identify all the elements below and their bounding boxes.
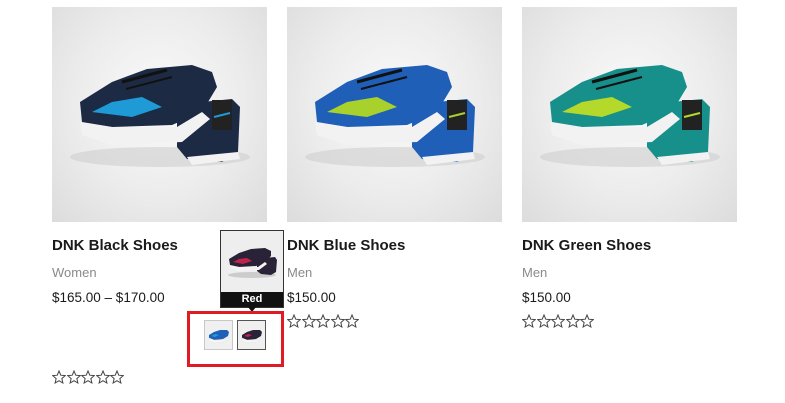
star-icon: [95, 370, 110, 384]
product-category[interactable]: Men: [287, 265, 312, 280]
tooltip-color-label: Red: [221, 292, 283, 307]
star-rating: [287, 314, 360, 328]
product-card-green-shoes: DNK Green Shoes Men $150.00: [522, 7, 737, 328]
product-title[interactable]: DNK Green Shoes: [522, 237, 651, 254]
product-card-blue-shoes: DNK Blue Shoes Men $150.00: [287, 7, 502, 328]
star-icon: [316, 314, 330, 328]
color-swatch-red[interactable]: [237, 320, 266, 350]
star-icon: [66, 370, 81, 384]
color-swatch-blue[interactable]: [204, 320, 233, 350]
shoe-thumbnail: [221, 231, 283, 293]
shoe-swatch-blue-icon: [205, 321, 232, 349]
product-price: $150.00: [287, 290, 336, 305]
product-title[interactable]: DNK Blue Shoes: [287, 237, 405, 254]
product-image-green-shoes[interactable]: [522, 7, 737, 222]
star-rating: [522, 314, 595, 328]
product-image-black-shoes[interactable]: [52, 7, 267, 222]
star-icon: [565, 314, 580, 328]
star-icon: [301, 314, 316, 328]
product-price: $165.00 – $170.00: [52, 290, 165, 305]
shoe-image: [540, 65, 720, 167]
star-icon: [345, 314, 359, 328]
product-image-blue-shoes[interactable]: [287, 7, 502, 222]
shoe-image: [70, 65, 250, 167]
shoe-image: [305, 65, 485, 167]
star-icon: [287, 314, 301, 328]
star-icon: [522, 314, 536, 328]
star-icon: [551, 314, 565, 328]
product-category[interactable]: Women: [52, 265, 97, 280]
star-icon: [580, 314, 594, 328]
shoe-swatch-red-icon: [238, 321, 265, 349]
product-card-black-shoes: DNK Black Shoes Women $165.00 – $170.00: [52, 7, 267, 384]
product-category[interactable]: Men: [522, 265, 547, 280]
star-icon: [536, 314, 551, 328]
star-icon: [52, 370, 66, 384]
star-icon: [110, 370, 124, 384]
star-rating: [52, 370, 125, 384]
star-icon: [81, 370, 95, 384]
product-price: $150.00: [522, 290, 571, 305]
star-icon: [330, 314, 345, 328]
product-title[interactable]: DNK Black Shoes: [52, 237, 178, 254]
swatch-tooltip: Red: [220, 230, 284, 312]
highlight-box: [187, 311, 284, 367]
